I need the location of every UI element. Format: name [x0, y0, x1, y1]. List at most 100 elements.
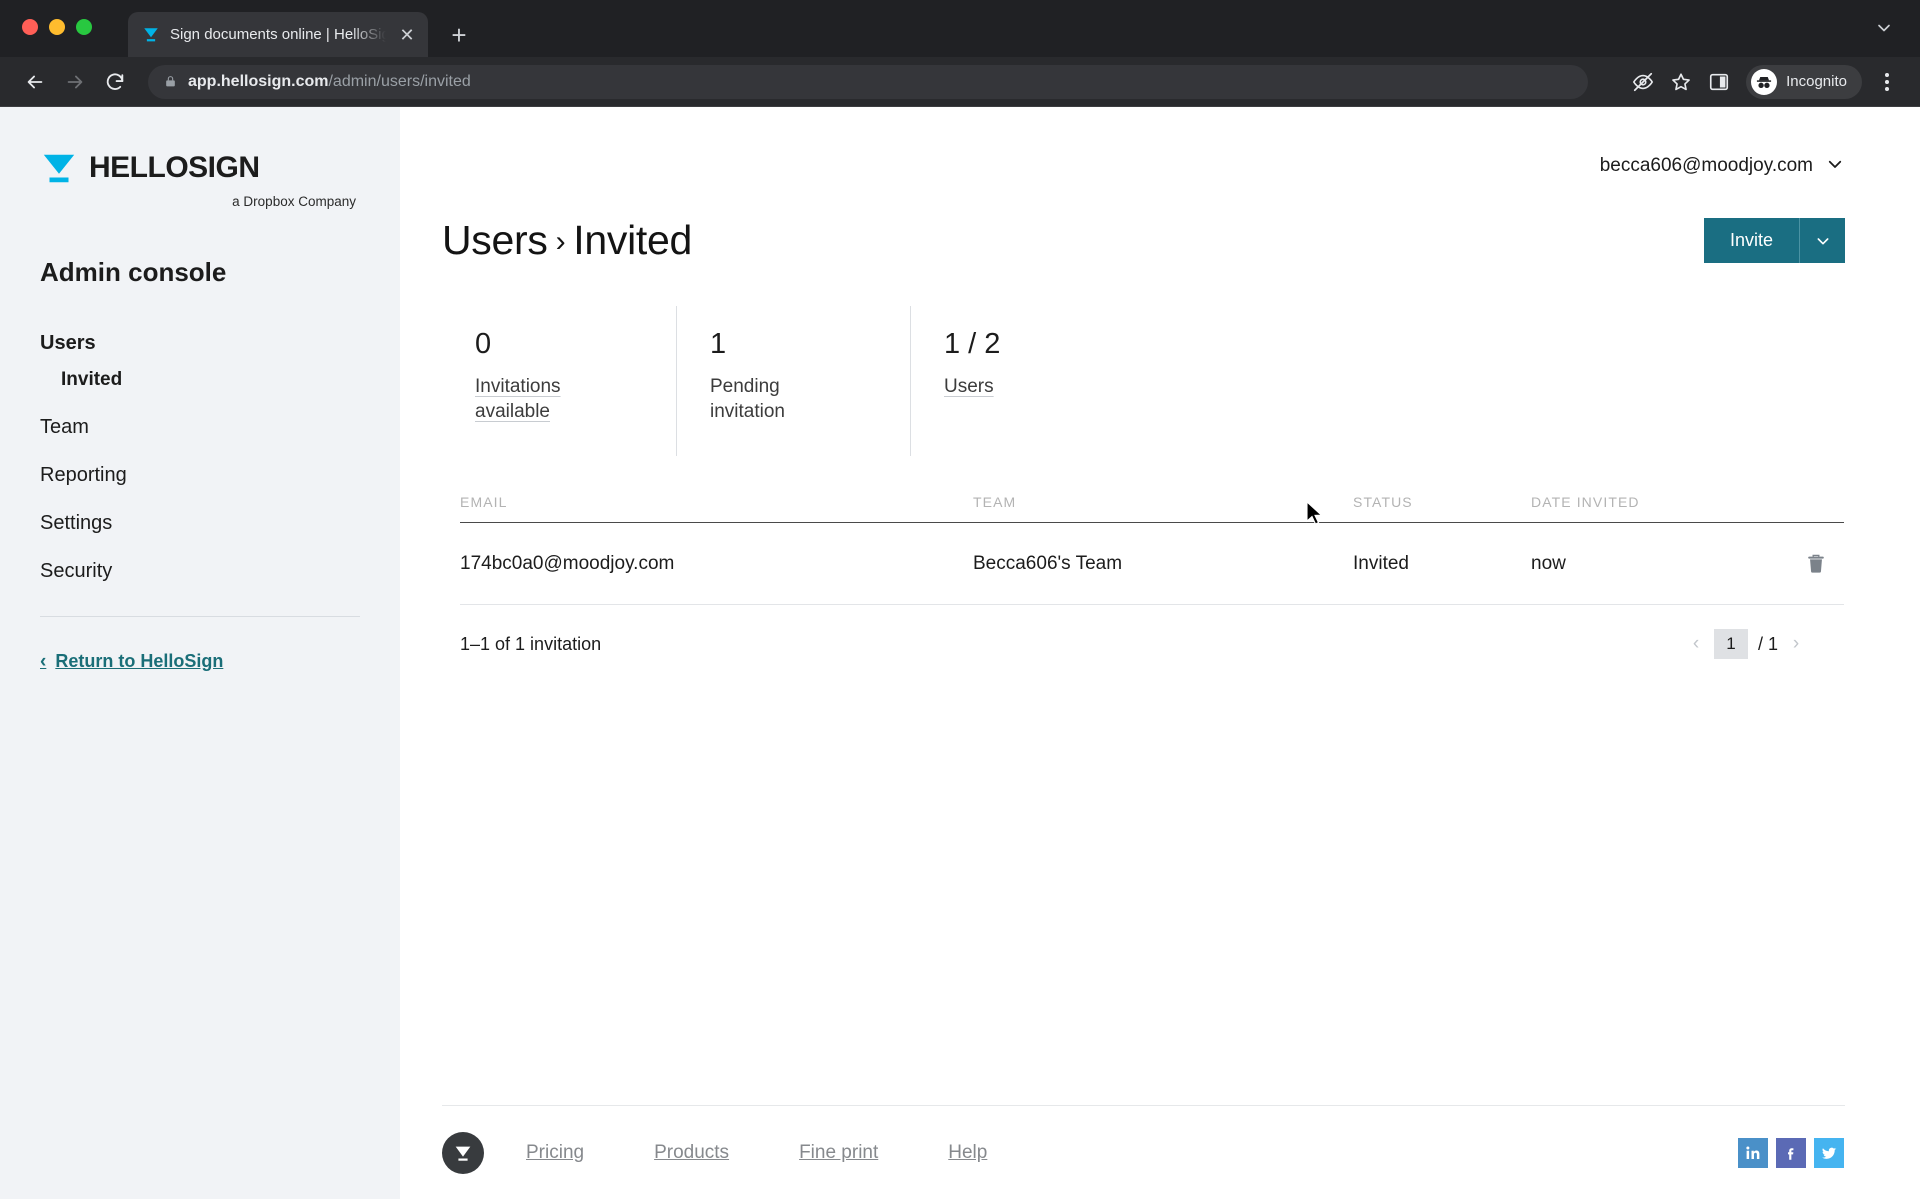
pagination-prev-button[interactable]: ‹ — [1688, 633, 1704, 655]
invite-dropdown-chevron-down-icon[interactable] — [1799, 218, 1845, 263]
chevron-down-icon — [1826, 155, 1844, 177]
top-bar: becca606@moodjoy.com — [440, 107, 1845, 177]
incognito-avatar-icon — [1751, 68, 1778, 95]
cell-status: Invited — [1353, 552, 1409, 574]
address-bar[interactable]: app.hellosign.com/admin/users/invited — [148, 64, 1588, 99]
eye-off-icon[interactable] — [1626, 65, 1660, 99]
linkedin-icon[interactable] — [1738, 1137, 1768, 1168]
hellosign-tagline: a Dropbox Company — [232, 194, 356, 209]
table-header-row: EMAIL TEAM STATUS DATE INVITED — [460, 479, 1844, 523]
stat-invitations-available: 0 Invitations available — [442, 306, 676, 456]
tab-list-chevron-down-icon[interactable] — [1870, 14, 1898, 42]
social-links — [1738, 1137, 1845, 1168]
column-header-email: EMAIL — [460, 494, 508, 510]
stat-label[interactable]: Users — [944, 374, 1074, 399]
hellosign-logo-icon — [40, 149, 78, 187]
stat-value: 0 — [475, 328, 492, 360]
sidebar-item-team[interactable]: Team — [40, 416, 360, 439]
sidebar-item-security[interactable]: Security — [40, 560, 360, 583]
browser-tab[interactable]: Sign documents online | HelloSign ✕ — [128, 12, 428, 57]
kebab-dot — [1885, 79, 1889, 84]
footer-link-help[interactable]: Help — [948, 1142, 987, 1164]
trash-icon[interactable] — [1805, 551, 1827, 576]
footer-links: Pricing Products Fine print Help — [526, 1142, 1057, 1164]
sidebar-item-users[interactable]: Users — [40, 332, 360, 355]
url-host: app.hellosign.com — [188, 72, 329, 90]
stats-row: 0 Invitations available 1 Pending invita… — [442, 306, 1845, 456]
main-content: becca606@moodjoy.com Users › Invited Invit… — [400, 107, 1920, 1199]
sidebar-divider — [40, 616, 360, 617]
account-menu-button[interactable]: becca606@moodjoy.com — [1600, 155, 1844, 177]
chrome-menu-button[interactable] — [1872, 65, 1902, 99]
page-body: HELLOSIGN a Dropbox Company Admin consol… — [0, 107, 1920, 1199]
return-to-hellosign-label: Return to HelloSign — [55, 651, 224, 671]
url-path: /admin/users/invited — [328, 72, 471, 90]
new-tab-button[interactable]: + — [442, 18, 476, 52]
hellosign-favicon-icon — [142, 26, 160, 44]
breadcrumb-separator: › — [555, 225, 566, 258]
back-button[interactable] — [18, 65, 52, 99]
invitations-table: EMAIL TEAM STATUS DATE INVITED 174bc0a0@… — [460, 479, 1844, 683]
facebook-icon[interactable] — [1776, 1137, 1806, 1168]
stat-label[interactable]: Invitations available — [475, 374, 605, 424]
table-row: 174bc0a0@moodjoy.com Becca606's Team Inv… — [460, 523, 1844, 605]
sidebar-item-settings[interactable]: Settings — [40, 512, 360, 535]
footer-wrapper: Pricing Products Fine print Help — [440, 1105, 1845, 1199]
sidebar-item-invited[interactable]: Invited — [40, 369, 360, 391]
account-email: becca606@moodjoy.com — [1599, 155, 1813, 176]
window-traffic-lights — [22, 19, 92, 35]
pagination-current-page-input[interactable]: 1 — [1713, 629, 1748, 659]
footer-link-pricing[interactable]: Pricing — [526, 1142, 584, 1164]
invite-button[interactable]: Invite — [1703, 218, 1799, 263]
stat-users: 1 / 2 Users — [910, 306, 1144, 456]
reload-button[interactable] — [98, 65, 132, 99]
return-to-hellosign-link[interactable]: ‹ Return to HelloSign — [40, 651, 360, 672]
column-header-status: STATUS — [1353, 494, 1413, 510]
pagination-total-pages: / 1 — [1757, 633, 1778, 654]
breadcrumb-current: Invited — [573, 217, 692, 263]
column-header-date-invited: DATE INVITED — [1531, 494, 1640, 510]
bookmark-star-icon[interactable] — [1664, 65, 1698, 99]
tab-strip: Sign documents online | HelloSign ✕ + — [0, 0, 1920, 57]
pagination: ‹ 1 / 1 › — [1688, 629, 1844, 659]
cell-email: 174bc0a0@moodjoy.com — [460, 552, 675, 574]
footer-link-products[interactable]: Products — [654, 1142, 729, 1164]
lock-icon — [164, 74, 177, 89]
kebab-dot — [1885, 86, 1889, 91]
pagination-next-button[interactable]: › — [1788, 633, 1804, 655]
chevron-left-icon: ‹ — [40, 651, 47, 672]
table-footer: 1–1 of 1 invitation ‹ 1 / 1 › — [460, 605, 1844, 683]
cell-actions — [1781, 551, 1844, 576]
close-tab-button[interactable]: ✕ — [396, 24, 418, 46]
minimize-window-button[interactable] — [49, 19, 65, 35]
tab-title: Sign documents online | HelloSign — [170, 26, 386, 43]
address-bar-url: app.hellosign.com/admin/users/invited — [188, 73, 471, 91]
forward-button[interactable] — [58, 65, 92, 99]
close-window-button[interactable] — [22, 19, 38, 35]
sidebar-item-reporting[interactable]: Reporting — [40, 464, 360, 487]
hellosign-wordmark: HELLOSIGN — [89, 151, 260, 184]
footer-link-fine-print[interactable]: Fine print — [799, 1142, 878, 1164]
twitter-icon[interactable] — [1814, 1137, 1844, 1168]
hellosign-logo[interactable]: HELLOSIGN a Dropbox Company — [40, 149, 360, 209]
stat-label: Pending invitation — [710, 376, 785, 423]
breadcrumb-parent[interactable]: Users — [442, 217, 548, 263]
maximize-window-button[interactable] — [76, 19, 92, 35]
result-count: 1–1 of 1 invitation — [460, 633, 602, 654]
sidebar: HELLOSIGN a Dropbox Company Admin consol… — [0, 107, 400, 1199]
stat-pending-invitation: 1 Pending invitation — [676, 306, 910, 456]
invite-button-group: Invite — [1703, 218, 1845, 263]
side-panel-icon[interactable] — [1702, 65, 1736, 99]
page-footer: Pricing Products Fine print Help — [440, 1106, 1845, 1199]
toolbar-right-actions: Incognito — [1626, 64, 1902, 99]
stat-value: 1 / 2 — [944, 328, 1001, 360]
incognito-label: Incognito — [1786, 73, 1847, 90]
cell-team: Becca606's Team — [973, 552, 1123, 574]
kebab-dot — [1885, 72, 1889, 77]
incognito-profile-button[interactable]: Incognito — [1746, 64, 1862, 99]
browser-window: Sign documents online | HelloSign ✕ + ap… — [0, 0, 1920, 1200]
column-header-team: TEAM — [973, 494, 1017, 510]
sidebar-nav: Users Invited Team Reporting Settings Se… — [40, 332, 360, 583]
page-title: Users › Invited — [442, 217, 692, 264]
footer-logo-icon[interactable] — [442, 1131, 484, 1174]
